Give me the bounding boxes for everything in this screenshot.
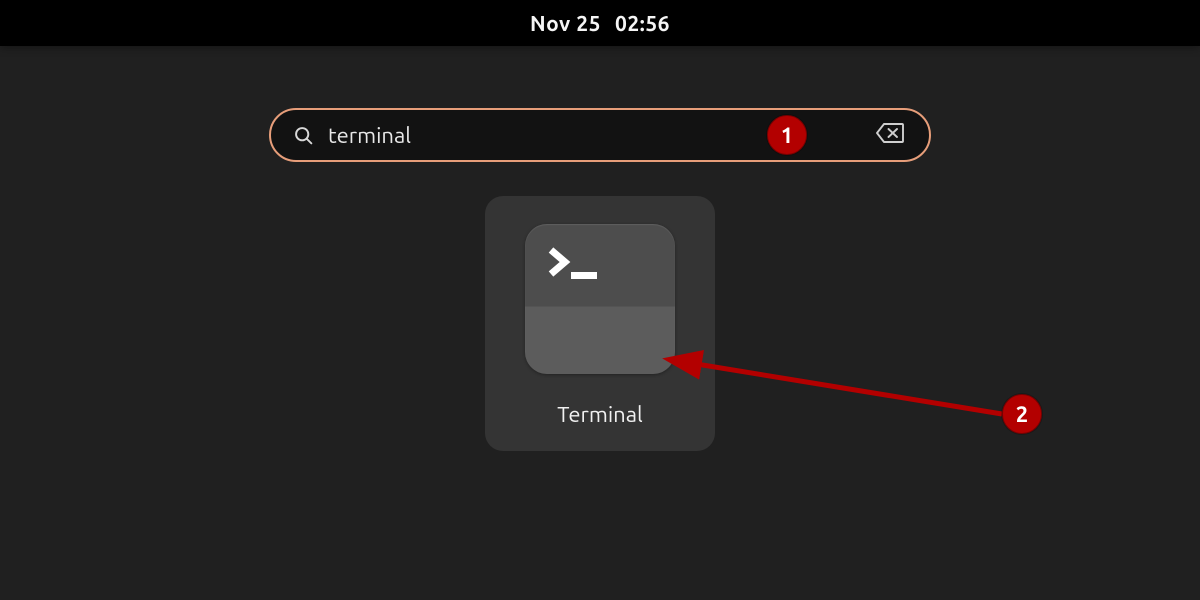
backspace-icon [875,122,905,148]
top-bar: Nov 25 02:56 [0,0,1200,46]
search-bar[interactable] [269,108,931,162]
clock-date: Nov 25 [530,11,601,35]
clock[interactable]: Nov 25 02:56 [530,11,670,35]
search-results: Terminal [485,196,715,451]
terminal-app-icon [525,224,675,374]
clock-time: 02:56 [615,11,670,35]
search-icon [293,125,314,146]
app-result-label: Terminal [557,402,643,427]
app-result-terminal[interactable]: Terminal [485,196,715,451]
annotation-callout-2: 2 [1002,394,1042,434]
search-input[interactable] [328,123,863,148]
clear-button[interactable] [875,122,907,148]
prompt-glyph-icon [547,246,611,286]
annotation-label: 2 [1016,402,1028,427]
